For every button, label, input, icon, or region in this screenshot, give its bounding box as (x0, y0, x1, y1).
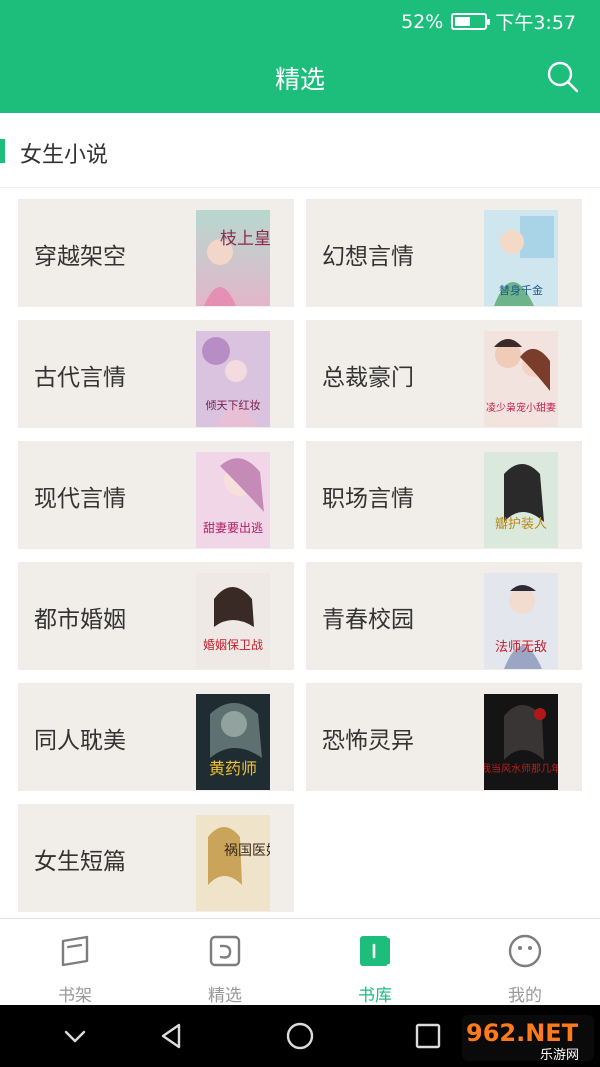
status-bar: 52% 下午3:57 (0, 0, 600, 40)
section-header: 女生小说 (0, 113, 600, 188)
watermark-subtext: 乐游网 (540, 1048, 579, 1063)
profile-icon (508, 934, 542, 968)
category-name: 都市婚姻 (34, 607, 126, 633)
category-card-kongbu[interactable]: 恐怖灵异 我当风水师那几年 (306, 683, 582, 791)
section-accent-bar (0, 139, 5, 163)
category-card-huanxiang[interactable]: 幻想言情 替身千金 (306, 199, 582, 307)
category-name: 总裁豪门 (322, 365, 414, 391)
book-cover: 祸国医妃 (196, 815, 270, 911)
bottom-tab-bar: 书架 精选 书库 我的 (0, 918, 600, 1006)
cover-title: 祸国医妃 (224, 843, 270, 859)
book-cover: 凌少枭宠小甜妻 (484, 331, 558, 427)
book-cover: 倾天下红妆 (196, 331, 270, 427)
category-card-dushi[interactable]: 都市婚姻 婚姻保卫战 (18, 562, 294, 670)
watermark-logo: 962.NET 乐游网 (462, 1015, 594, 1063)
bookshelf-icon (61, 935, 89, 967)
featured-icon (209, 935, 241, 967)
tab-label: 书库 (358, 986, 392, 1006)
clock: 下午3:57 (495, 12, 576, 34)
cover-title: 替身千金 (499, 283, 543, 297)
chevron-down-icon[interactable] (60, 1021, 90, 1051)
tab-label: 精选 (208, 986, 242, 1006)
cover-title: 倾天下红妆 (206, 399, 261, 412)
category-card-gudai[interactable]: 古代言情 倾天下红妆 (18, 320, 294, 428)
category-card-xiandai[interactable]: 现代言情 甜妻要出逃 (18, 441, 294, 549)
book-cover: 我当风水师那几年 (484, 694, 558, 790)
battery-fill (455, 17, 471, 26)
tab-profile[interactable]: 我的 (450, 919, 600, 1006)
cover-title: 瓣护装人 (495, 517, 547, 532)
category-card-chuanyue[interactable]: 穿越架空 枝上皇后 (18, 199, 294, 307)
recent-apps-icon[interactable] (413, 1021, 443, 1051)
cover-title: 我当风水师那几年 (484, 762, 558, 775)
library-icon (360, 936, 390, 966)
category-card-zhichang[interactable]: 职场言情 瓣护装人 (306, 441, 582, 549)
category-card-duanpian[interactable]: 女生短篇 祸国医妃 (18, 804, 294, 912)
search-icon (547, 61, 579, 93)
category-name: 青春校园 (322, 607, 414, 633)
category-name: 同人耽美 (34, 728, 126, 754)
book-cover: 法师无敌 (484, 573, 558, 669)
search-button[interactable] (546, 60, 580, 94)
category-card-qingchun[interactable]: 青春校园 法师无敌 (306, 562, 582, 670)
cover-title: 黄药师 (209, 759, 257, 778)
tab-label: 书架 (58, 986, 92, 1006)
tab-bookshelf[interactable]: 书架 (0, 919, 150, 1006)
category-name: 职场言情 (322, 486, 414, 512)
system-nav-bar: 962.NET 乐游网 (0, 1005, 600, 1067)
book-cover: 婚姻保卫战 (196, 573, 270, 669)
cover-title: 枝上皇后 (220, 229, 270, 249)
category-card-tongren[interactable]: 同人耽美 黄药师 (18, 683, 294, 791)
tab-featured[interactable]: 精选 (150, 919, 300, 1006)
category-card-zongcai[interactable]: 总裁豪门 凌少枭宠小甜妻 (306, 320, 582, 428)
tab-label: 我的 (508, 986, 542, 1006)
page-title: 精选 (274, 65, 325, 94)
category-name: 恐怖灵异 (322, 728, 414, 754)
back-icon[interactable] (157, 1021, 187, 1051)
book-cover: 枝上皇后 (196, 210, 270, 306)
watermark-text: 962.NET (466, 1019, 579, 1047)
tab-library[interactable]: 书库 (300, 919, 450, 1006)
book-cover: 瓣护装人 (484, 452, 558, 548)
category-name: 现代言情 (34, 486, 126, 512)
app-header: 52% 下午3:57 精选 (0, 0, 600, 113)
battery-percent: 52% (401, 10, 444, 33)
cover-title: 法师无敌 (495, 640, 547, 655)
cover-title: 婚姻保卫战 (203, 637, 263, 652)
book-cover: 甜妻要出逃 (196, 452, 270, 548)
section-title: 女生小说 (20, 143, 109, 168)
cover-title: 凌少枭宠小甜妻 (486, 401, 556, 414)
book-cover: 替身千金 (484, 210, 558, 306)
category-name: 幻想言情 (322, 244, 414, 270)
battery-icon (451, 13, 491, 30)
home-icon[interactable] (285, 1021, 315, 1051)
category-name: 穿越架空 (34, 244, 126, 270)
book-cover: 黄药师 (196, 694, 270, 790)
category-name: 古代言情 (34, 365, 126, 391)
cover-title: 甜妻要出逃 (203, 521, 263, 535)
category-name: 女生短篇 (34, 849, 126, 875)
